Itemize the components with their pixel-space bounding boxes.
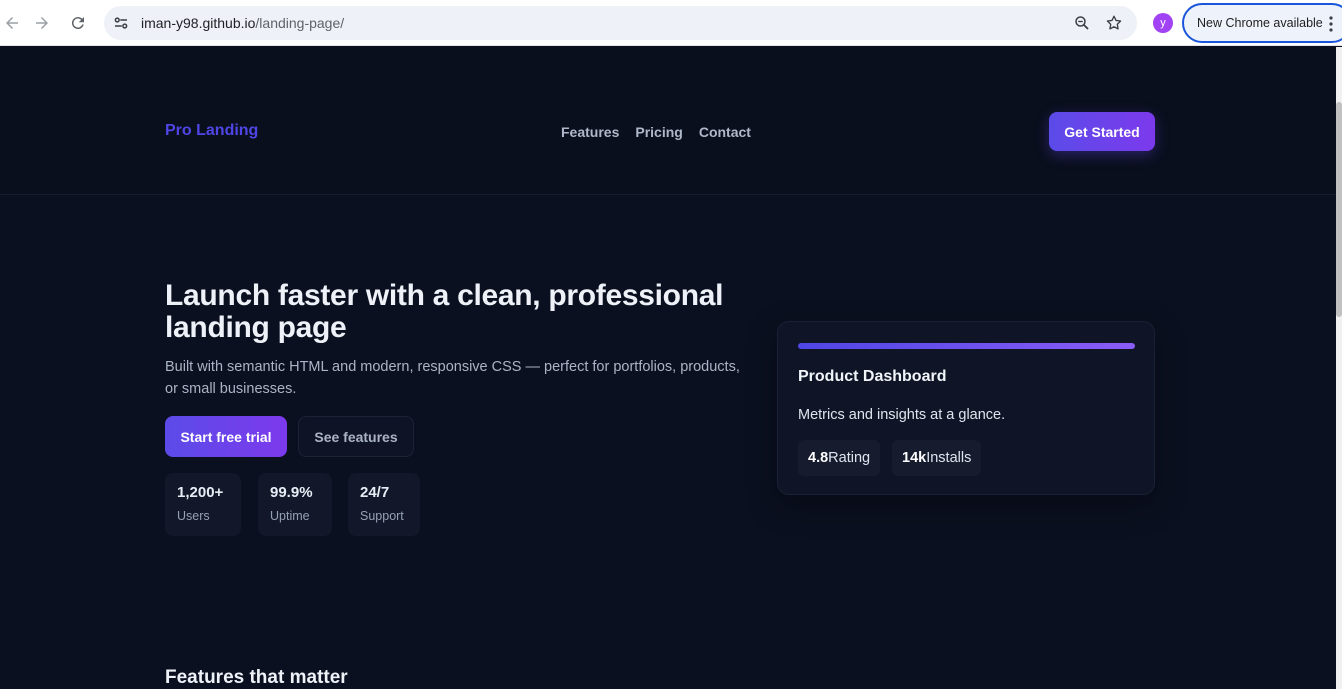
pill-value: 14k xyxy=(902,450,927,466)
stat-value: 99.9% xyxy=(270,484,313,501)
nav-link-features[interactable]: Features xyxy=(561,124,619,140)
avatar[interactable]: y xyxy=(1153,13,1173,33)
stat-value: 24/7 xyxy=(360,484,390,501)
zoom-icon[interactable] xyxy=(1073,14,1091,32)
stat-support: 24/7 Support xyxy=(348,473,420,536)
back-icon[interactable] xyxy=(0,11,24,35)
site-info-icon[interactable] xyxy=(112,14,130,32)
pill-label: Installs xyxy=(926,450,972,466)
update-label: New Chrome available xyxy=(1197,16,1323,30)
pill-value: 4.8 xyxy=(808,450,829,466)
stat-label: Support xyxy=(360,509,404,523)
url-host: iman-y98.github.io xyxy=(141,15,256,31)
stat-label: Uptime xyxy=(270,509,310,523)
page-viewport: Pro Landing Features Pricing Contact Get… xyxy=(0,47,1342,689)
reload-icon[interactable] xyxy=(66,11,90,35)
chrome-update-button[interactable]: New Chrome available xyxy=(1182,3,1342,43)
pill-label: Rating xyxy=(828,450,871,466)
stat-value: 1,200+ xyxy=(177,484,224,501)
browser-toolbar: iman-y98.github.io/landing-page/ y New C… xyxy=(0,0,1342,46)
main-nav: Features Pricing Contact xyxy=(561,124,751,140)
see-features-button[interactable]: See features xyxy=(298,416,414,457)
kebab-icon[interactable] xyxy=(1323,15,1339,33)
product-dashboard-card: Product Dashboard Metrics and insights a… xyxy=(777,321,1155,495)
rating-pill: 4.8 Rating xyxy=(798,440,881,476)
features-section-title: Features that matter xyxy=(165,667,348,688)
start-free-trial-button[interactable]: Start free trial xyxy=(165,416,287,457)
stat-users: 1,200+ Users xyxy=(165,473,241,536)
installs-pill: 14k Installs xyxy=(892,440,982,476)
forward-icon[interactable] xyxy=(30,11,54,35)
url-text[interactable]: iman-y98.github.io/landing-page/ xyxy=(141,15,344,31)
get-started-button[interactable]: Get Started xyxy=(1049,112,1155,151)
site-logo[interactable]: Pro Landing xyxy=(165,122,258,140)
hero-subtitle: Built with semantic HTML and modern, res… xyxy=(165,359,740,397)
address-bar[interactable]: iman-y98.github.io/landing-page/ xyxy=(104,6,1137,40)
stat-uptime: 99.9% Uptime xyxy=(258,473,332,536)
card-title: Product Dashboard xyxy=(798,368,947,385)
site-header: Pro Landing Features Pricing Contact Get… xyxy=(0,47,1336,195)
nav-link-contact[interactable]: Contact xyxy=(699,124,751,140)
nav-link-pricing[interactable]: Pricing xyxy=(635,124,682,140)
stat-label: Users xyxy=(177,509,210,523)
card-accent-bar xyxy=(798,343,1135,349)
star-icon[interactable] xyxy=(1105,14,1123,32)
card-subtitle: Metrics and insights at a glance. xyxy=(798,407,1006,423)
hero-title: Launch faster with a clean, professional… xyxy=(165,279,724,344)
page-scrollbar[interactable] xyxy=(1336,47,1342,689)
url-path: /landing-page/ xyxy=(255,15,345,31)
scrollbar-thumb[interactable] xyxy=(1336,102,1342,317)
